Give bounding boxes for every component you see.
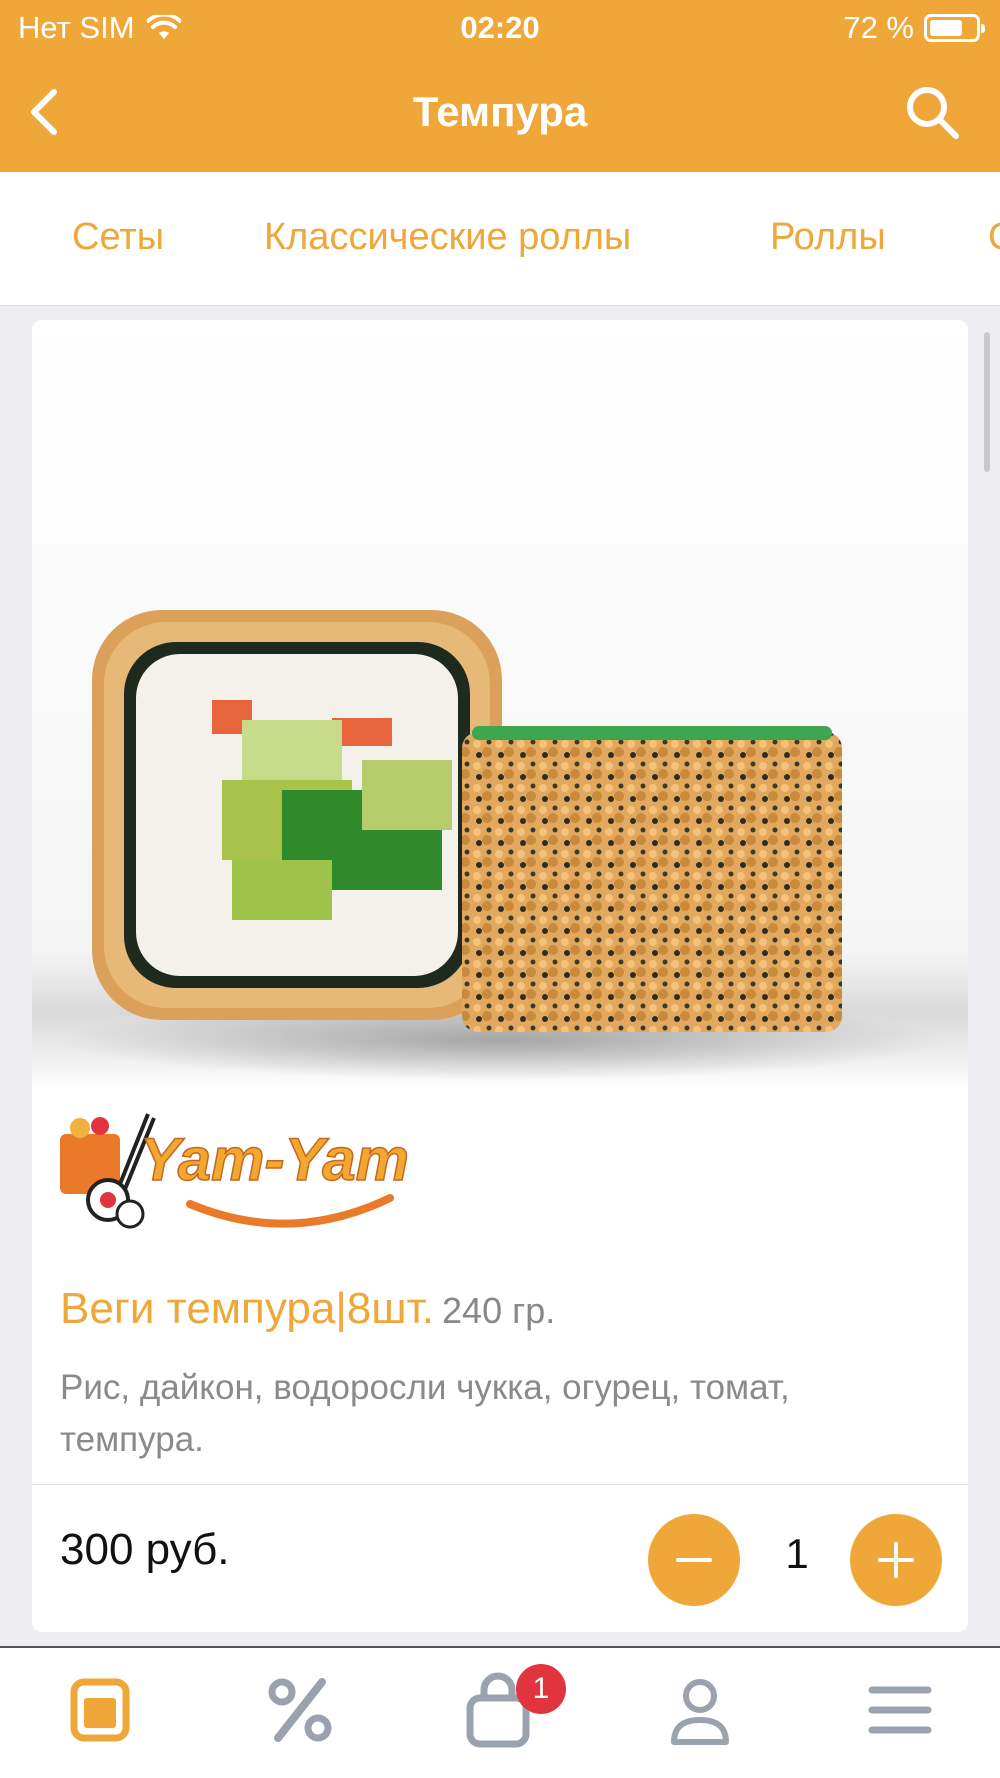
search-icon[interactable] [900, 80, 964, 144]
increase-quantity-button[interactable] [850, 1514, 942, 1606]
battery-percent: 72 % [843, 10, 914, 45]
brand-logo: Yam-Yam [60, 1113, 410, 1229]
menu-icon[interactable] [60, 1670, 140, 1750]
product-title-row: Веги темпура|8шт. 240 гр. [60, 1284, 940, 1334]
category-tab-sets[interactable]: Сеты [72, 216, 164, 259]
discount-icon[interactable] [260, 1670, 340, 1750]
battery-info: 72 % [843, 10, 985, 46]
page-title: Темпура [412, 88, 588, 135]
category-tab-next[interactable]: С [988, 216, 1000, 259]
battery-fill [930, 20, 962, 36]
product-weight: 240 гр. [442, 1290, 556, 1331]
cart-tab[interactable]: 1 [460, 1664, 566, 1750]
scroll-indicator[interactable] [984, 332, 990, 472]
product-name: Веги темпура|8шт. [60, 1284, 435, 1333]
app-header: Нет SIM 02:20 72 % Темпура [0, 0, 1000, 172]
bottom-tab-bar: 1 [0, 1646, 1000, 1778]
decrease-quantity-button[interactable] [648, 1514, 740, 1606]
cart-badge: 1 [516, 1664, 566, 1714]
profile-icon[interactable] [660, 1670, 740, 1750]
status-bar: Нет SIM 02:20 72 % [0, 0, 1000, 56]
navigation-bar: Темпура [0, 56, 1000, 172]
product-price: 300 руб. [60, 1525, 230, 1574]
category-tab-classic-rolls[interactable]: Классические роллы [264, 216, 631, 259]
product-image [32, 320, 968, 1090]
quantity-value: 1 [785, 1530, 809, 1577]
product-description: Рис, дайкон, водоросли чукка, огурец, то… [60, 1368, 790, 1459]
product-card[interactable]: Yam-Yam Веги темпура|8шт. 240 гр. Рис, да… [32, 320, 968, 1632]
category-tab-rolls[interactable]: Роллы [770, 216, 886, 259]
category-tabs: Сеты Классические роллы Роллы С [0, 172, 1000, 306]
battery-icon [924, 14, 985, 42]
brand-name: Yam-Yam [140, 1126, 409, 1193]
more-icon[interactable] [860, 1670, 940, 1750]
divider [32, 1484, 968, 1485]
